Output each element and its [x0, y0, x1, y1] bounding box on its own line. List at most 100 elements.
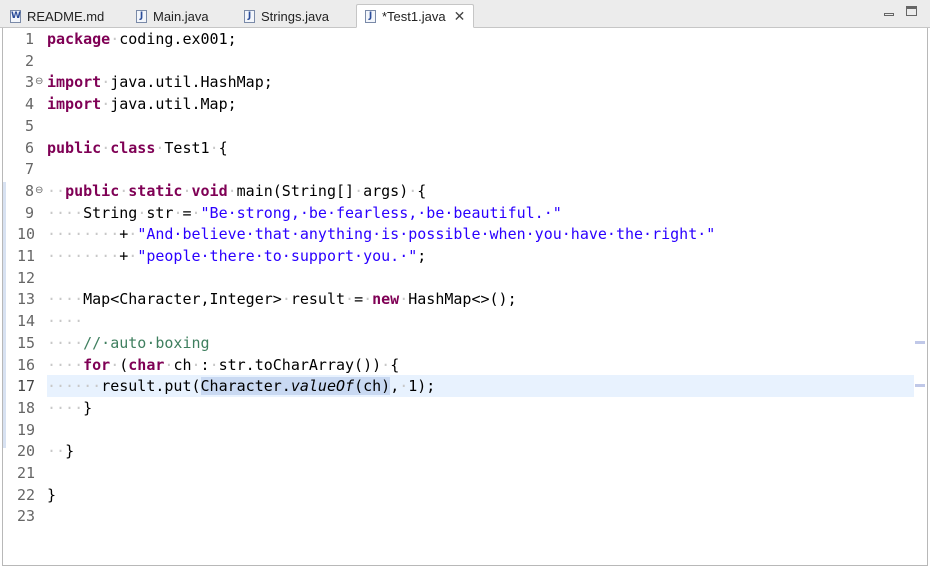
occurrence-marker[interactable] [915, 340, 925, 344]
code-token: { [390, 355, 400, 374]
line-number: 12 [17, 268, 36, 287]
tab-strings-java[interactable]: J Strings.java [244, 4, 329, 28]
code-token: Map<Character,Integer> [83, 290, 282, 309]
whitespace-marker: · [101, 138, 111, 157]
code-line[interactable]: ···· [47, 310, 83, 332]
code-token: //·auto·boxing [83, 333, 210, 352]
code-token: + [119, 247, 129, 265]
code-line[interactable]: } [47, 484, 56, 506]
whitespace-marker: · [381, 355, 391, 374]
code-token: result.put( [101, 377, 201, 396]
code-line[interactable]: public·class·Test1·{ [47, 137, 228, 159]
whitespace-marker: · [182, 181, 192, 200]
whitespace-marker: · [209, 355, 219, 374]
code-line[interactable]: ····Map<Character,Integer>·result·=·new·… [47, 288, 517, 310]
code-token: coding.ex001; [119, 30, 237, 48]
line-number: 13 [17, 290, 36, 309]
code-line[interactable]: package·coding.ex001; [47, 28, 237, 50]
code-token: str [146, 203, 174, 222]
wiki-file-icon: W [10, 9, 21, 23]
java-file-icon: J [136, 9, 147, 23]
code-token: public [65, 181, 120, 200]
whitespace-marker: ···· [47, 312, 84, 331]
tab-readme[interactable]: W README.md [10, 4, 104, 28]
whitespace-marker: ······ [47, 377, 102, 396]
whitespace-marker: · [399, 377, 409, 396]
code-line[interactable]: ····//·auto·boxing [47, 332, 210, 354]
line-number: 11 [17, 247, 36, 265]
code-token: : [200, 355, 210, 374]
code-token: , [390, 377, 400, 396]
code-token: args) [363, 181, 409, 200]
whitespace-marker: · [101, 95, 111, 114]
whitespace-marker: · [101, 73, 111, 92]
line-number: 21 [17, 464, 36, 482]
code-token: import [47, 95, 102, 114]
line-number: 7 [24, 160, 34, 179]
code-line[interactable]: import·java.util.Map; [47, 93, 237, 115]
code-token: HashMap<>(); [408, 290, 517, 309]
tab-label: *Test1.java [382, 8, 446, 24]
whitespace-marker: ···· [47, 290, 84, 309]
code-token: char [128, 355, 165, 374]
whitespace-marker: · [191, 355, 201, 374]
minimize-icon[interactable] [884, 6, 894, 18]
code-line[interactable]: ····String·str·=·"Be·strong,·be·fearless… [47, 202, 562, 224]
code-token: str.toCharArray()) [218, 355, 382, 374]
code-token: = [354, 290, 364, 309]
whitespace-marker: · [128, 247, 138, 265]
whitespace-marker: · [119, 181, 129, 200]
tab-main-java[interactable]: J Main.java [136, 4, 209, 28]
code-token: ; [417, 247, 427, 265]
line-number: 18 [17, 398, 36, 417]
change-ruler [3, 28, 17, 566]
line-number: 19 [17, 420, 36, 439]
line-number: 4 [24, 95, 34, 114]
code-token: { [417, 181, 427, 200]
whitespace-marker: ···· [47, 333, 84, 352]
line-number: 22 [17, 485, 36, 504]
tab-label: README.md [27, 8, 105, 24]
whitespace-marker: ········ [47, 225, 120, 244]
line-number: 10 [17, 225, 36, 244]
collapse-icon[interactable]: ⊖ [35, 185, 43, 196]
whitespace-marker: ·· [47, 442, 66, 461]
code-token: public [47, 138, 102, 157]
tab-label: Strings.java [261, 8, 329, 24]
whitespace-marker: ···· [47, 203, 84, 222]
tab-label: Main.java [153, 8, 209, 24]
selected-token: (ch) [354, 377, 391, 396]
code-line[interactable]: ········+·"people·there·to·support·you.·… [47, 245, 426, 267]
code-token: "people·there·to·support·you.·" [137, 247, 418, 265]
change-marker [3, 182, 6, 448]
code-line[interactable]: ······result.put(Character.valueOf(ch),·… [47, 375, 435, 397]
line-number: 1 [24, 30, 34, 48]
code-line[interactable]: ··public·static·void·main(String[]·args)… [47, 180, 426, 202]
line-number: 2 [24, 51, 34, 70]
whitespace-marker: · [345, 290, 355, 309]
maximize-icon[interactable] [906, 6, 917, 18]
code-token: Test1 [164, 138, 210, 157]
collapse-icon[interactable]: ⊖ [35, 77, 43, 87]
code-token: ch [173, 355, 192, 374]
whitespace-marker: ···· [47, 398, 84, 417]
selected-token: valueOf [290, 377, 355, 396]
code-line[interactable]: ····} [47, 397, 92, 419]
code-token: } [65, 442, 75, 461]
code-line[interactable]: import·java.util.HashMap; [47, 71, 273, 93]
whitespace-marker: · [110, 30, 120, 48]
code-token: ( [119, 355, 129, 374]
line-number: 16 [17, 355, 36, 374]
line-number: 23 [17, 507, 36, 526]
whitespace-marker: · [227, 181, 237, 200]
code-line[interactable]: ········+·"And·believe·that·anything·is·… [47, 223, 715, 245]
whitespace-marker: · [408, 181, 418, 200]
line-number: 8 [24, 181, 34, 200]
close-icon[interactable]: ✕ [454, 9, 466, 23]
code-line[interactable]: ····for·(char·ch·:·str.toCharArray())·{ [47, 354, 399, 376]
tab-test1-java[interactable]: J *Test1.java ✕ [356, 4, 474, 28]
code-line[interactable]: ··} [47, 440, 74, 462]
occurrence-marker[interactable] [915, 384, 925, 388]
java-file-icon: J [365, 9, 376, 23]
whitespace-marker: · [209, 138, 219, 157]
